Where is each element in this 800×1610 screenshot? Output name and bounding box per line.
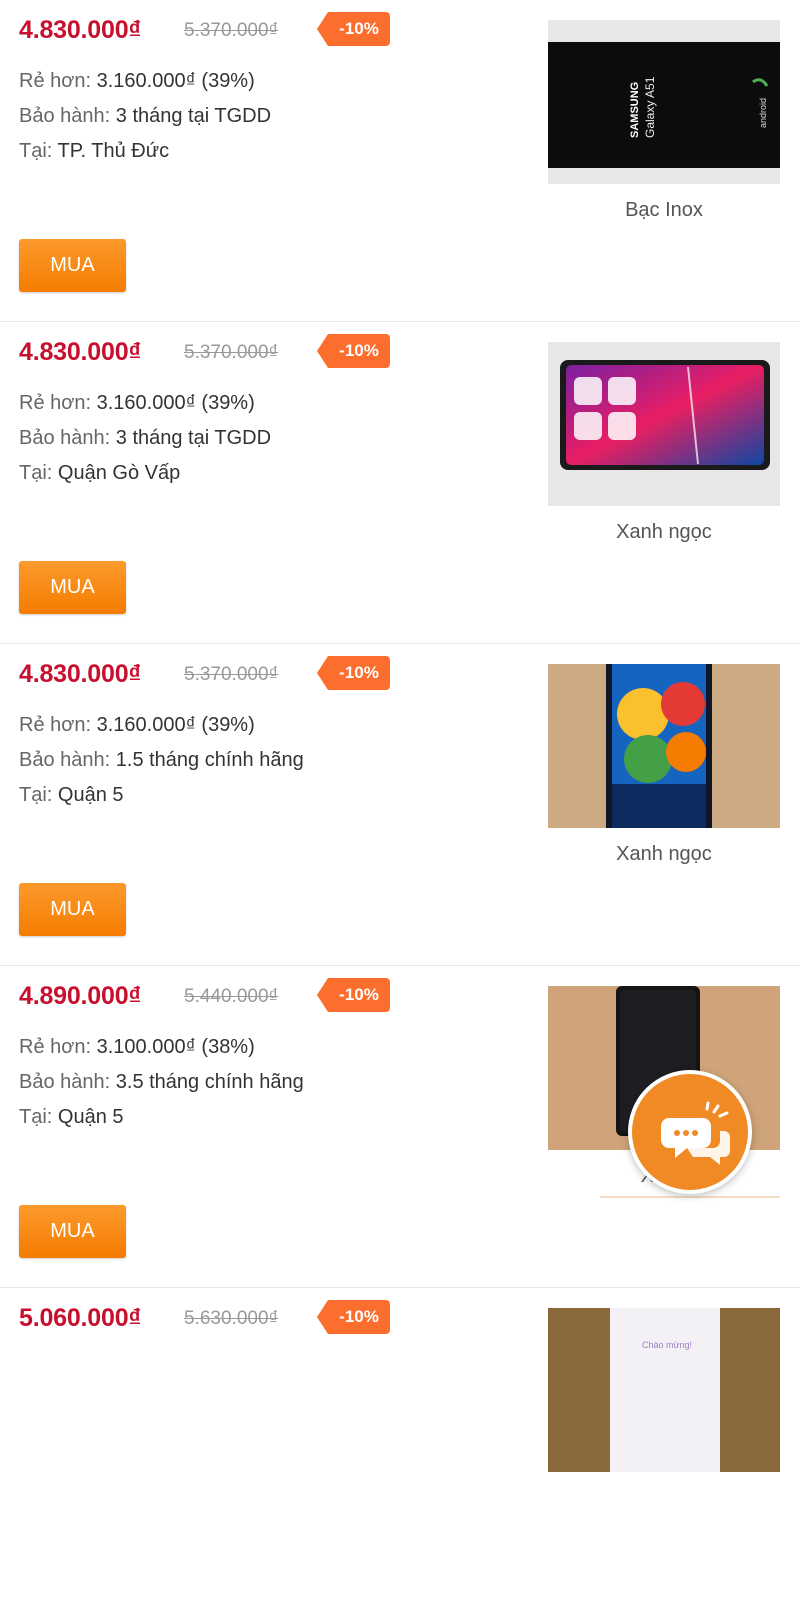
product-image[interactable] (548, 664, 780, 828)
warranty-row: Bảo hành: 3 tháng tại TGDD (19, 427, 272, 449)
product-image[interactable]: Chào mừng! (548, 1308, 780, 1472)
cheaper-row: Rẻ hơn: 3.160.000₫ (39%) (19, 392, 255, 414)
buy-button[interactable]: MUA (19, 1205, 126, 1258)
chat-button[interactable] (628, 1070, 752, 1194)
location-row: Tại: Quận Gò Vấp (19, 462, 181, 484)
location-row: Tại: Quận 5 (19, 784, 124, 806)
discount-badge: -10% (317, 334, 390, 368)
cheaper-row: Rẻ hơn: 3.160.000₫ (39%) (19, 714, 255, 736)
listing-card: 4.830.000₫ 5.370.000₫ -10% Rẻ hơn: 3.160… (0, 322, 800, 644)
sale-price: 4.830.000₫ (19, 338, 142, 366)
fab-underline (600, 1196, 780, 1198)
discount-badge: -10% (317, 1300, 390, 1334)
warranty-row: Bảo hành: 1.5 tháng chính hãng (19, 749, 304, 771)
sale-price: 4.830.000₫ (19, 660, 142, 688)
image-text-brand: SAMSUNG (629, 82, 641, 138)
listing-card: 4.830.000₫ 5.370.000₫ -10% Rẻ hơn: 3.160… (0, 644, 800, 966)
image-text-welcome: Chào mừng! (642, 1340, 692, 1350)
warranty-row: Bảo hành: 3.5 tháng chính hãng (19, 1071, 304, 1093)
original-price: 5.440.000₫ (184, 986, 279, 1007)
product-image[interactable] (548, 342, 780, 506)
sale-price: 4.890.000₫ (19, 982, 142, 1010)
discount-badge: -10% (317, 978, 390, 1012)
location-row: Tại: TP. Thủ Đức (19, 140, 170, 162)
original-price: 5.630.000₫ (184, 1308, 279, 1329)
image-text-os: android (758, 98, 768, 128)
cheaper-row: Rẻ hơn: 3.160.000₫ (39%) (19, 70, 255, 92)
color-name: Xanh ngọc (616, 521, 712, 543)
warranty-row: Bảo hành: 3 tháng tại TGDD (19, 105, 272, 127)
buy-button[interactable]: MUA (19, 561, 126, 614)
listing-card: 4.830.000₫ 5.370.000₫ -10% Rẻ hơn: 3.160… (0, 0, 800, 322)
cheaper-row: Rẻ hơn: 3.100.000₫ (38%) (19, 1036, 255, 1058)
original-price: 5.370.000₫ (184, 664, 279, 685)
discount-badge: -10% (317, 12, 390, 46)
original-price: 5.370.000₫ (184, 342, 279, 363)
product-image[interactable]: SAMSUNG Galaxy A51 android (548, 20, 780, 184)
chat-bubbles-icon (661, 1101, 730, 1165)
discount-badge: -10% (317, 656, 390, 690)
listing-card: 5.060.000₫ 5.630.000₫ -10% Chào mừng! (0, 1288, 800, 1610)
color-name: Bạc Inox (625, 199, 703, 221)
original-price: 5.370.000₫ (184, 20, 279, 41)
sale-price: 4.830.000₫ (19, 16, 142, 44)
buy-button[interactable]: MUA (19, 239, 126, 292)
image-text-model: Galaxy A51 (643, 76, 657, 138)
sale-price: 5.060.000₫ (19, 1304, 142, 1332)
location-row: Tại: Quận 5 (19, 1106, 124, 1128)
color-name: Xanh ngọc (616, 843, 712, 865)
buy-button[interactable]: MUA (19, 883, 126, 936)
